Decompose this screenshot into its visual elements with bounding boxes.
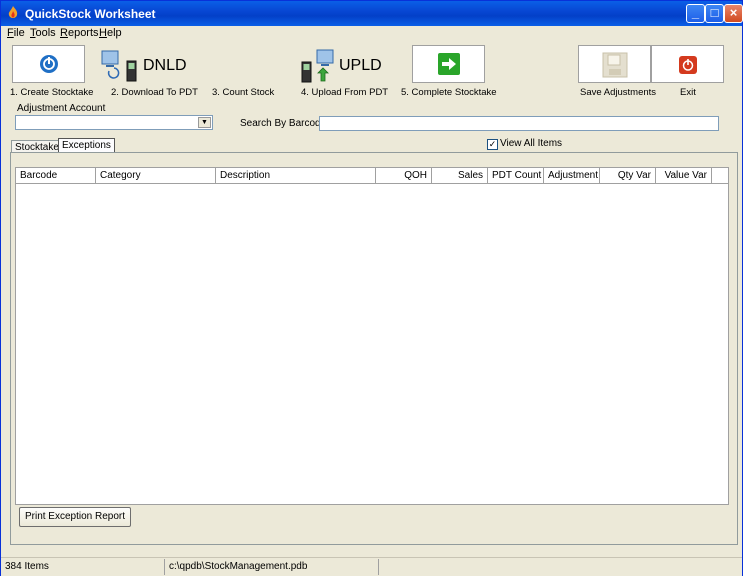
view-all-label: View All Items <box>500 138 563 149</box>
window-title: QuickStock Worksheet <box>25 7 156 21</box>
minimize-icon: _ <box>691 5 700 20</box>
col-barcode[interactable]: Barcode <box>16 168 96 183</box>
exit-button[interactable] <box>651 45 724 83</box>
app-window: QuickStock Worksheet _ □ × File Tools Re… <box>0 0 743 576</box>
col-sales[interactable]: Sales <box>432 168 488 183</box>
maximize-button[interactable]: □ <box>705 4 724 23</box>
col-pdt-count[interactable]: PDT Count <box>488 168 544 183</box>
pc-to-pdt-icon <box>101 50 137 82</box>
menu-help[interactable]: Help <box>99 27 122 39</box>
exceptions-grid[interactable]: Barcode Category Description QOH Sales P… <box>15 167 729 505</box>
title-bar[interactable]: QuickStock Worksheet _ □ × <box>1 1 743 26</box>
menu-reports[interactable]: Reports <box>60 27 99 39</box>
grid-header: Barcode Category Description QOH Sales P… <box>16 168 728 184</box>
download-to-pdt-button[interactable]: DNLD <box>101 47 191 83</box>
status-item-count: 384 Items <box>1 559 165 575</box>
exit-label: Exit <box>680 87 696 98</box>
checkmark-icon: ✓ <box>488 139 497 149</box>
status-file-path: c:\qpdb\StockManagement.pdb <box>165 559 379 575</box>
complete-stocktake-button[interactable] <box>412 45 485 83</box>
complete-stocktake-label: 5. Complete Stocktake <box>401 87 497 98</box>
col-qty-var[interactable]: Qty Var <box>600 168 656 183</box>
col-qoh[interactable]: QOH <box>376 168 432 183</box>
upload-from-pdt-label: 4. Upload From PDT <box>301 87 389 98</box>
arrow-right-icon <box>438 53 460 75</box>
search-barcode-input[interactable] <box>319 116 719 131</box>
menu-bar: File Tools Reports Help <box>1 26 742 41</box>
exit-power-icon <box>679 56 697 74</box>
menu-tools[interactable]: Tools <box>30 27 56 39</box>
view-all-checkbox[interactable]: ✓ <box>487 139 498 150</box>
adjustment-account-label: Adjustment Account <box>17 103 106 114</box>
pdt-to-pc-icon <box>301 49 334 83</box>
minimize-button[interactable]: _ <box>686 4 705 23</box>
col-category[interactable]: Category <box>96 168 216 183</box>
col-adjustment[interactable]: Adjustment <box>544 168 600 183</box>
maximize-icon: □ <box>710 5 719 20</box>
upload-from-pdt-button[interactable]: UPLD <box>299 47 389 83</box>
col-description[interactable]: Description <box>216 168 376 183</box>
dropdown-arrow-icon[interactable]: ▼ <box>198 117 211 128</box>
save-disk-icon <box>602 52 628 78</box>
close-icon: × <box>729 5 738 20</box>
download-to-pdt-label: 2. Download To PDT <box>111 87 198 98</box>
app-flame-icon <box>8 6 18 18</box>
upload-text: UPLD <box>339 57 382 74</box>
status-bar: 384 Items c:\qpdb\StockManagement.pdb <box>1 557 742 576</box>
search-barcode-label: Search By Barcode <box>240 118 327 129</box>
save-adjustments-button[interactable] <box>578 45 651 83</box>
close-button[interactable]: × <box>724 4 743 23</box>
create-stocktake-label: 1. Create Stocktake <box>10 87 94 98</box>
count-stock-label: 3. Count Stock <box>212 87 275 98</box>
menu-file[interactable]: File <box>7 27 25 39</box>
save-adjustments-label: Save Adjustments <box>580 87 657 98</box>
adjustment-account-select[interactable]: ▼ <box>15 115 213 130</box>
download-text: DNLD <box>143 57 187 74</box>
print-exception-report-button[interactable]: Print Exception Report <box>19 507 131 527</box>
create-stocktake-button[interactable] <box>12 45 85 83</box>
col-value-var[interactable]: Value Var <box>656 168 712 183</box>
power-icon <box>40 55 58 73</box>
